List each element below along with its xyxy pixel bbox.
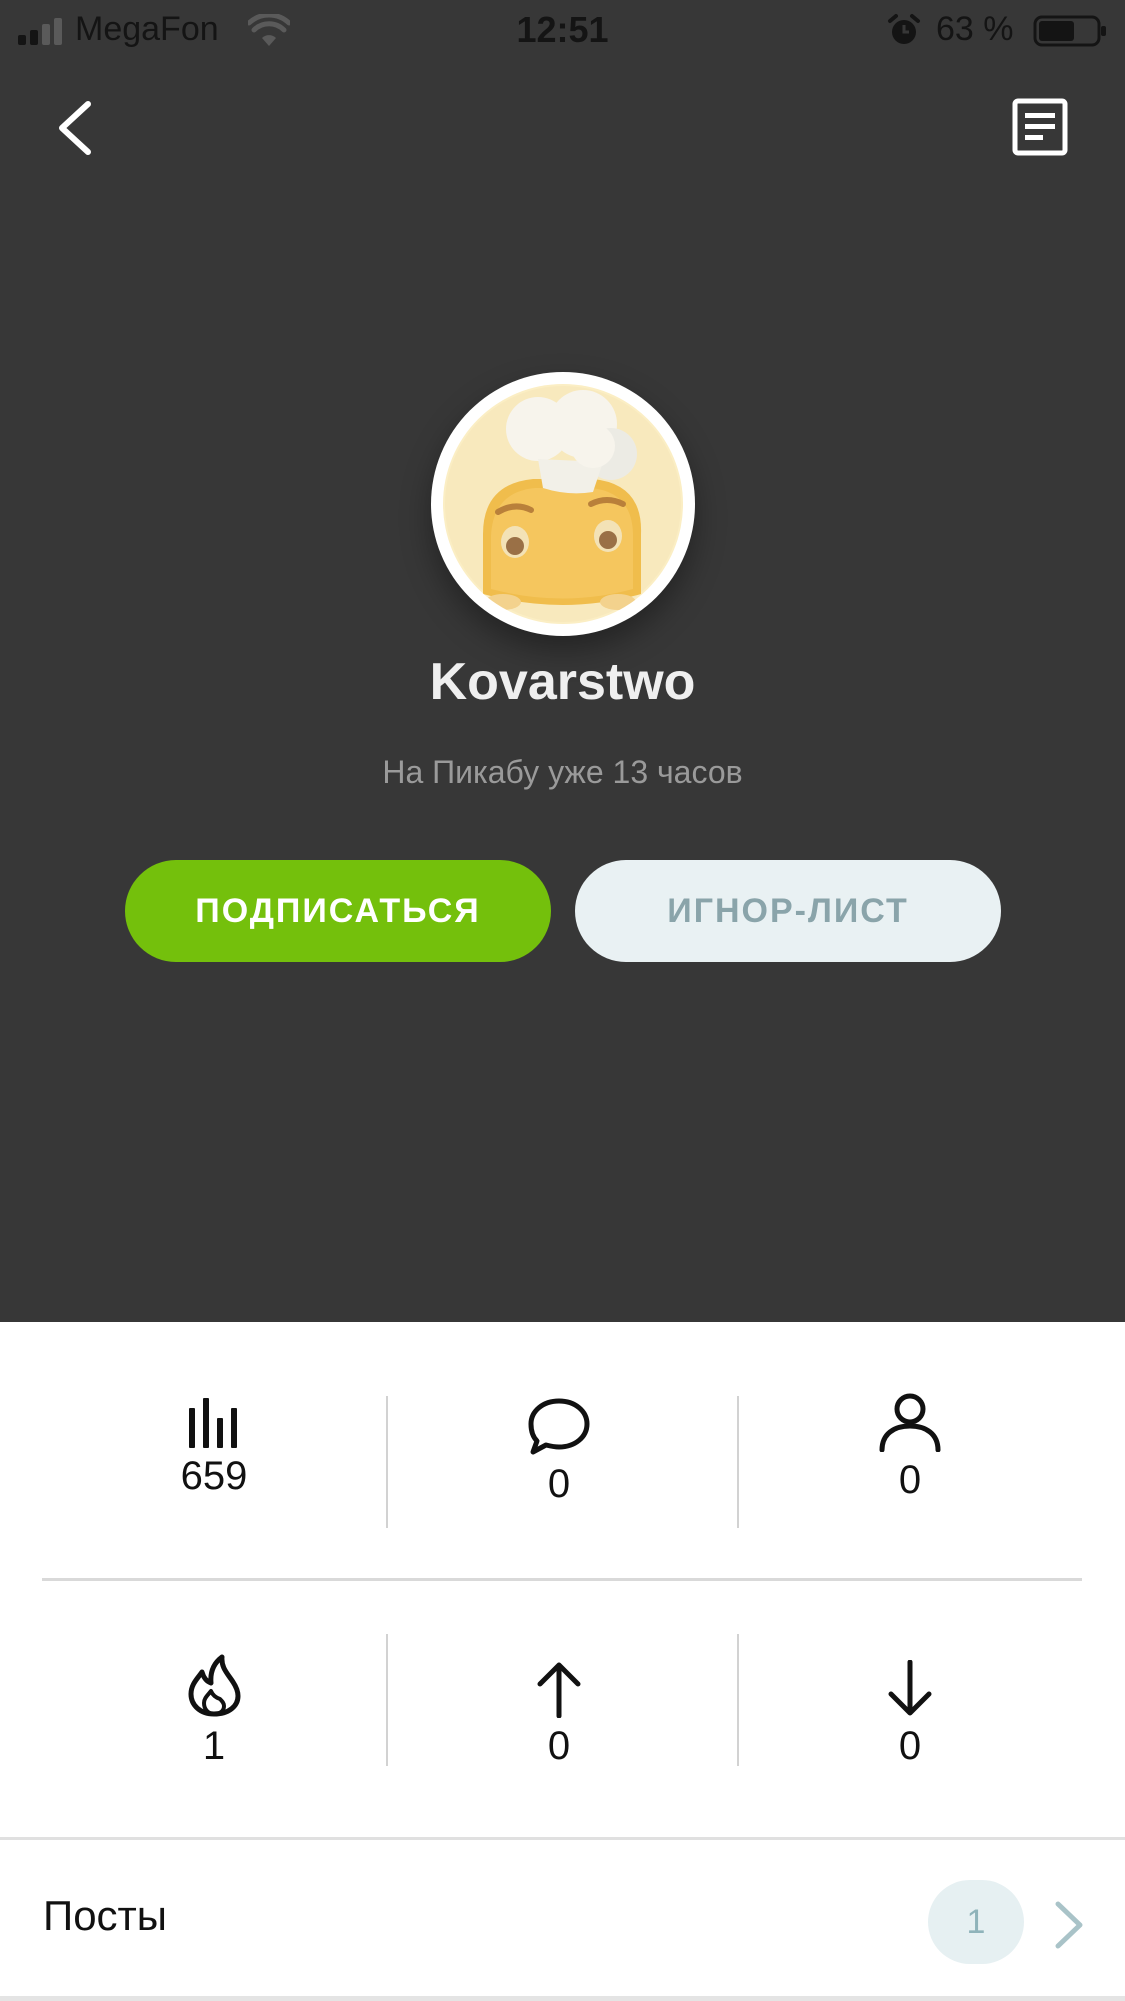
posts-row[interactable]: Посты 1 — [0, 1837, 1125, 2001]
subscribe-button[interactable]: ПОДПИСАТЬСЯ — [125, 860, 551, 962]
arrow-up-icon — [537, 1662, 581, 1718]
pluses-value: 0 — [547, 1724, 571, 1768]
stat-subscribers: 0 — [740, 1392, 1080, 1503]
divider — [737, 1396, 739, 1528]
stat-comments: 0 — [389, 1398, 729, 1507]
stat-rating: 659 — [44, 1398, 384, 1499]
posts-label: Посты — [43, 1892, 167, 1939]
avatar[interactable] — [431, 372, 695, 636]
comments-value: 0 — [547, 1462, 571, 1506]
posts-count-badge: 1 — [928, 1880, 1024, 1964]
divider — [386, 1396, 388, 1528]
stat-hot: 1 — [44, 1654, 384, 1769]
chevron-right-icon[interactable] — [1052, 1900, 1086, 1950]
toast-chef-avatar-icon — [443, 384, 683, 624]
notes-icon[interactable] — [1010, 96, 1070, 158]
battery-icon — [1033, 15, 1106, 47]
rating-bars-icon — [189, 1398, 237, 1448]
divider — [42, 1578, 1082, 1581]
status-bar: MegaFon 12:51 63 % — [0, 0, 1125, 64]
alarm-icon — [888, 14, 920, 44]
stat-minuses: 0 — [740, 1660, 1080, 1769]
comment-icon — [528, 1398, 590, 1455]
ignore-list-button[interactable]: ИГНОР-ЛИСТ — [575, 860, 1001, 962]
divider — [386, 1634, 388, 1766]
minuses-value: 0 — [898, 1724, 922, 1768]
arrow-down-icon — [888, 1660, 932, 1716]
subscribers-value: 0 — [898, 1458, 922, 1502]
battery-percent: 63 % — [936, 10, 1014, 48]
stat-pluses: 0 — [389, 1660, 729, 1769]
hot-value: 1 — [202, 1724, 226, 1768]
back-button[interactable] — [50, 98, 100, 158]
profile-header: MegaFon 12:51 63 % Kovarstwo На Пикабу у… — [0, 0, 1125, 1322]
member-since: На Пикабу уже 13 часов — [382, 754, 743, 790]
divider — [0, 1996, 1125, 2001]
rating-value: 659 — [180, 1454, 248, 1498]
username: Kovarstwo — [429, 653, 696, 711]
divider — [737, 1634, 739, 1766]
user-icon — [879, 1393, 941, 1452]
fire-icon — [188, 1654, 241, 1717]
